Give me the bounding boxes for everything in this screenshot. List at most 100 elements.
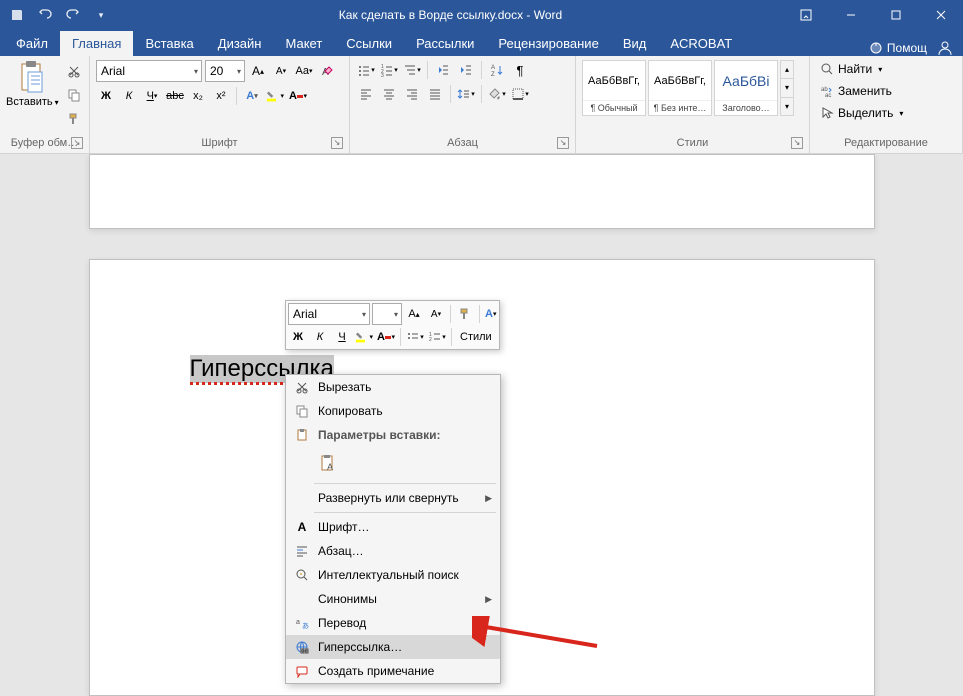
quick-access-toolbar: ▾	[0, 6, 118, 24]
paragraph-icon	[290, 541, 314, 561]
superscript-button[interactable]: x²	[211, 86, 231, 106]
font-size-combo[interactable]: 20	[205, 60, 245, 82]
styles-scroll-down[interactable]: ▾	[781, 79, 793, 97]
show-hide-button[interactable]: ¶	[510, 60, 530, 80]
mini-numbering[interactable]: 12▾	[427, 327, 447, 347]
borders-button[interactable]: ▾	[510, 84, 530, 104]
tell-me-field[interactable]: Помощ	[869, 41, 927, 55]
tab-mailings[interactable]: Рассылки	[404, 31, 486, 56]
close-icon[interactable]	[918, 0, 963, 30]
mini-grow-font[interactable]: A▴	[404, 304, 424, 324]
tab-home[interactable]: Главная	[60, 31, 133, 56]
styles-scroll-up[interactable]: ▴	[781, 61, 793, 79]
group-label-clipboard: Буфер обм…↘	[6, 135, 83, 151]
save-icon[interactable]	[8, 6, 26, 24]
mini-styles-label[interactable]: Стили	[456, 331, 496, 343]
mini-shrink-font[interactable]: A▾	[426, 304, 446, 324]
styles-dialog-launcher[interactable]: ↘	[791, 137, 803, 149]
shrink-font-button[interactable]: A▾	[271, 61, 291, 81]
paragraph-dialog-launcher[interactable]: ↘	[557, 137, 569, 149]
grow-font-button[interactable]: A▴	[248, 61, 268, 81]
replace-button[interactable]: abacЗаменить	[816, 82, 956, 100]
tab-file[interactable]: Файл	[4, 31, 60, 56]
clear-formatting-button[interactable]: A	[317, 61, 337, 81]
align-right-button[interactable]	[402, 84, 422, 104]
cm-synonyms[interactable]: Синонимы ▶	[286, 587, 500, 611]
mini-font-size-combo[interactable]	[372, 303, 402, 325]
paste-keep-source-icon[interactable]: A	[316, 451, 342, 477]
cm-translate[interactable]: aあ Перевод	[286, 611, 500, 635]
minimize-icon[interactable]	[828, 0, 873, 30]
line-spacing-button[interactable]: ▾	[456, 84, 476, 104]
cm-font[interactable]: A Шрифт…	[286, 515, 500, 539]
shading-button[interactable]: ▾	[487, 84, 507, 104]
qat-customize-icon[interactable]: ▾	[92, 6, 110, 24]
cut-button[interactable]	[63, 60, 85, 82]
format-painter-button[interactable]	[63, 108, 85, 130]
mini-italic[interactable]: К	[310, 327, 330, 347]
change-case-button[interactable]: Aa▾	[294, 61, 314, 81]
paste-button[interactable]: Вставить▾	[6, 60, 59, 108]
mini-styles-button[interactable]: A▾	[484, 304, 497, 324]
ribbon: Вставить▾ Буфер обм…↘ Arial 20 A▴ A▾ Aa▾…	[0, 56, 963, 154]
tab-layout[interactable]: Макет	[273, 31, 334, 56]
font-dialog-launcher[interactable]: ↘	[331, 137, 343, 149]
highlight-button[interactable]: ▾	[265, 86, 285, 106]
cm-copy[interactable]: Копировать	[286, 399, 500, 423]
maximize-icon[interactable]	[873, 0, 918, 30]
tab-references[interactable]: Ссылки	[334, 31, 404, 56]
subscript-button[interactable]: x₂	[188, 86, 208, 106]
cm-paragraph[interactable]: Абзац…	[286, 539, 500, 563]
style-normal[interactable]: АаБбВвГг,¶ Обычный	[582, 60, 646, 116]
tab-design[interactable]: Дизайн	[206, 31, 274, 56]
italic-button[interactable]: К	[119, 86, 139, 106]
bold-button[interactable]: Ж	[96, 86, 116, 106]
bullets-button[interactable]: ▾	[356, 60, 376, 80]
tab-view[interactable]: Вид	[611, 31, 659, 56]
tab-insert[interactable]: Вставка	[133, 31, 205, 56]
clipboard-dialog-launcher[interactable]: ↘	[71, 137, 83, 149]
mini-font-color[interactable]: A▾	[376, 327, 396, 347]
style-no-spacing[interactable]: АаБбВвГг,¶ Без инте…	[648, 60, 712, 116]
mini-underline[interactable]: Ч	[332, 327, 352, 347]
cm-smart-lookup[interactable]: Интеллектуальный поиск	[286, 563, 500, 587]
mini-bold[interactable]: Ж	[288, 327, 308, 347]
mini-font-family-combo[interactable]: Arial	[288, 303, 370, 325]
find-button[interactable]: Найти▾	[816, 60, 956, 78]
account-icon[interactable]	[937, 40, 953, 56]
styles-gallery[interactable]: АаБбВвГг,¶ Обычный АаБбВвГг,¶ Без инте… …	[582, 60, 794, 116]
annotation-arrow	[472, 616, 602, 656]
align-left-button[interactable]	[356, 84, 376, 104]
sort-button[interactable]: AZ	[487, 60, 507, 80]
cm-new-comment[interactable]: Создать примечание	[286, 659, 500, 683]
align-center-button[interactable]	[379, 84, 399, 104]
increase-indent-button[interactable]	[456, 60, 476, 80]
font-family-combo[interactable]: Arial	[96, 60, 202, 82]
mini-highlight[interactable]: ▾	[354, 327, 374, 347]
copy-button[interactable]	[63, 84, 85, 106]
group-paragraph: ▾ 123▾ ▾ AZ ¶ ▾ ▾ ▾ Абза	[350, 56, 576, 153]
strikethrough-button[interactable]: abc	[165, 86, 185, 106]
mini-format-painter[interactable]	[455, 304, 475, 324]
font-color-button[interactable]: A▾	[288, 86, 308, 106]
justify-button[interactable]	[425, 84, 445, 104]
tab-review[interactable]: Рецензирование	[486, 31, 610, 56]
underline-button[interactable]: Ч▾	[142, 86, 162, 106]
ribbon-display-options-icon[interactable]	[783, 0, 828, 30]
select-button[interactable]: Выделить▾	[816, 104, 956, 122]
cm-expand-collapse[interactable]: Развернуть или свернуть ▶	[286, 486, 500, 510]
multilevel-list-button[interactable]: ▾	[402, 60, 422, 80]
decrease-indent-button[interactable]	[433, 60, 453, 80]
text-effects-button[interactable]: A▾	[242, 86, 262, 106]
styles-expand[interactable]: ▾	[781, 98, 793, 115]
redo-icon[interactable]	[64, 6, 82, 24]
numbering-button[interactable]: 123▾	[379, 60, 399, 80]
style-heading1[interactable]: АаБбВіЗаголово…	[714, 60, 778, 116]
mini-bullets[interactable]: ▾	[405, 327, 425, 347]
cm-hyperlink[interactable]: Гиперссылка…	[286, 635, 500, 659]
submenu-arrow-icon: ▶	[485, 493, 492, 504]
undo-icon[interactable]	[36, 6, 54, 24]
tab-acrobat[interactable]: ACROBAT	[658, 31, 744, 56]
scissors-icon	[290, 377, 314, 397]
cm-cut[interactable]: Вырезать	[286, 375, 500, 399]
